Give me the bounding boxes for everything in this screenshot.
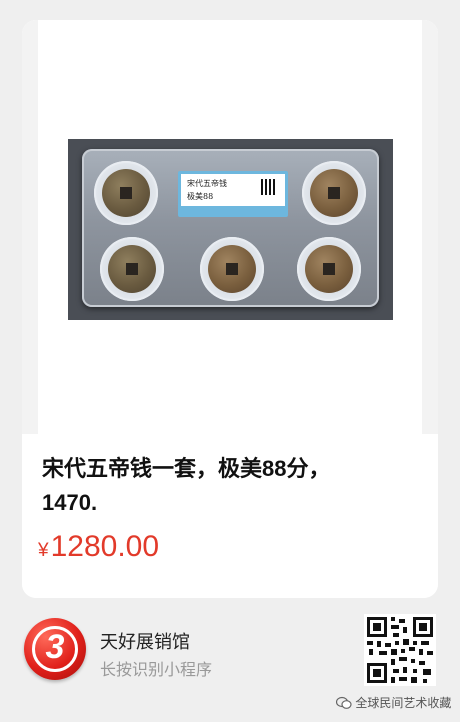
grading-label-line1: 宋代五帝钱 xyxy=(187,179,227,188)
shop-logo-text: 3 xyxy=(45,628,65,666)
product-info: 宋代五帝钱一套，极美88分， 1470. ¥1280.00 xyxy=(22,434,438,598)
coin-well xyxy=(200,237,264,301)
coin xyxy=(108,245,156,293)
product-title: 宋代五帝钱一套，极美88分， 1470. xyxy=(42,452,422,520)
product-image-area[interactable]: 宋代五帝钱 极美88 xyxy=(22,20,438,434)
coin-well xyxy=(100,237,164,301)
image-edge-right xyxy=(422,20,438,434)
product-title-line2: 1470. xyxy=(42,490,98,515)
coin xyxy=(102,169,150,217)
shop-logo[interactable]: 3 xyxy=(24,618,86,680)
watermark: 全球民间艺术收藏 xyxy=(336,694,451,714)
product-photo[interactable]: 宋代五帝钱 极美88 xyxy=(68,139,393,320)
qr-code-icon xyxy=(364,614,436,686)
price-value: 1280.00 xyxy=(50,530,160,563)
product-card[interactable]: 宋代五帝钱 极美88 宋代五帝钱一套，极美88分， 1470. ¥1280.00 xyxy=(22,20,438,598)
watermark-text: 全球民间艺术收藏 xyxy=(355,696,452,710)
shop-hint: 长按识别小程序 xyxy=(100,662,213,679)
wechat-channel-icon xyxy=(336,696,352,709)
coin xyxy=(305,245,353,293)
coin-well xyxy=(297,237,361,301)
grading-label: 宋代五帝钱 极美88 xyxy=(178,171,288,217)
label-qr-icon xyxy=(261,179,277,195)
coin-slab: 宋代五帝钱 极美88 xyxy=(82,149,379,307)
product-title-line1: 宋代五帝钱一套，极美88分， xyxy=(42,456,331,481)
coin-well xyxy=(302,161,366,225)
mini-program-qr-code[interactable] xyxy=(364,614,436,686)
coin-well xyxy=(94,161,158,225)
product-price: ¥1280.00 xyxy=(38,530,159,564)
image-edge-left xyxy=(22,20,38,434)
coin xyxy=(310,169,358,217)
coin xyxy=(208,245,256,293)
shop-name[interactable]: 天好展销馆 xyxy=(100,628,190,654)
price-currency: ¥ xyxy=(38,540,49,561)
label-strip xyxy=(181,206,285,214)
grading-label-line2: 极美88 xyxy=(187,192,214,201)
